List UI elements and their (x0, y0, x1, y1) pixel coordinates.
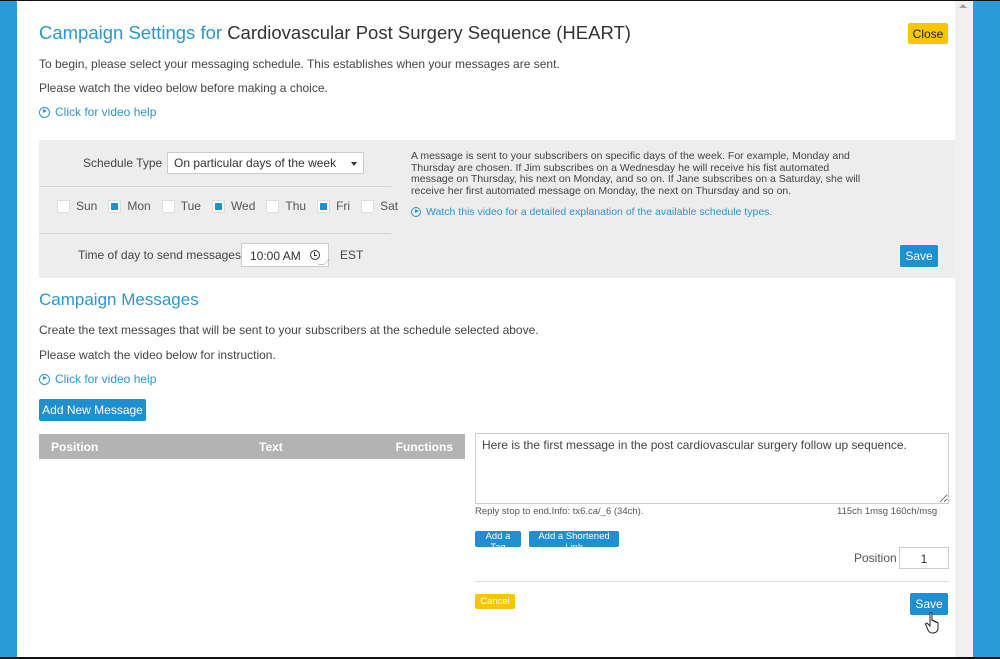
day-label: Sun (76, 199, 98, 213)
dialog-title: Campaign Settings for Cardiovascular Pos… (39, 22, 631, 44)
video-help-link[interactable]: Click for video help (39, 105, 156, 119)
play-circle-icon (39, 373, 50, 385)
resize-grip-icon (318, 259, 330, 265)
background-frame-left (0, 0, 17, 659)
day-label: Mon (127, 199, 151, 213)
campaign-name: Cardiovascular Post Surgery Sequence (HE… (227, 22, 631, 43)
messages-video-note: Please watch the video below for instruc… (39, 348, 276, 362)
background-frame-right (973, 0, 1000, 659)
play-circle-icon (411, 207, 421, 217)
title-prefix: Campaign Settings for (39, 22, 223, 43)
day-label: Thu (285, 199, 307, 213)
checkbox[interactable] (361, 199, 375, 213)
caret-down-icon (351, 162, 357, 166)
schedule-type-label: Schedule Type (83, 156, 163, 170)
day-checkbox-tue[interactable]: Tue (161, 199, 201, 213)
clock-icon[interactable] (310, 250, 320, 260)
day-label: Wed (230, 199, 256, 213)
days-of-week: Sun Mon Tue Wed Thu Fri Sat (57, 199, 409, 213)
send-time-value: 10:00 AM (250, 249, 301, 263)
day-checkbox-thu[interactable]: Thu (266, 199, 306, 213)
message-char-count: 115ch 1msg 160ch/msg (837, 506, 938, 517)
schedule-settings-box: Schedule Type On particular days of the … (39, 140, 955, 278)
checkbox[interactable] (161, 199, 175, 213)
position-label: Position (854, 551, 897, 565)
checkbox[interactable] (211, 199, 225, 213)
close-button[interactable]: Close (908, 23, 948, 44)
video-help-label: Click for video help (55, 372, 157, 386)
intro-text: To begin, please select your messaging s… (39, 57, 560, 71)
schedule-type-value: On particular days of the week (174, 156, 337, 170)
position-input[interactable]: 1 (899, 547, 949, 569)
schedule-save-button[interactable]: Save (900, 245, 938, 267)
play-circle-icon (39, 106, 50, 118)
column-header-position: Position (51, 440, 99, 454)
add-tag-button[interactable]: Add a Tag (475, 531, 521, 553)
hand-pointer-cursor-icon (925, 612, 939, 634)
add-new-message-button[interactable]: Add New Message (39, 399, 146, 421)
checkbox[interactable] (317, 199, 331, 213)
divider (39, 233, 391, 234)
send-time-label: Time of day to send messages (78, 248, 241, 262)
day-label: Tue (180, 199, 201, 213)
day-checkbox-fri[interactable]: Fri (317, 199, 350, 213)
checkbox[interactable] (57, 199, 70, 213)
messages-table-header: Position Text Functions (39, 434, 465, 459)
divider (475, 581, 949, 582)
send-time-input[interactable]: 10:00 AM (241, 243, 330, 267)
day-checkbox-wed[interactable]: Wed (211, 199, 256, 213)
schedule-video-label: Watch this video for a detailed explanat… (426, 206, 773, 218)
message-text-input[interactable]: Here is the first message in the post ca… (475, 433, 949, 504)
checkbox[interactable] (108, 199, 122, 213)
screenshot-border-top (0, 0, 1000, 1)
timezone-label: EST (340, 248, 364, 262)
schedule-description: A message is sent to your subscribers on… (411, 150, 861, 197)
vertical-scrollbar[interactable] (955, 0, 973, 659)
add-shortened-link-button[interactable]: Add a Shortened Link (529, 531, 619, 553)
day-label: Fri (336, 199, 351, 213)
campaign-messages-heading: Campaign Messages (39, 290, 199, 309)
column-header-functions: Functions (395, 440, 453, 454)
day-checkbox-sat[interactable]: Sat (361, 199, 398, 213)
cancel-button[interactable]: Cancel (475, 594, 515, 609)
divider (39, 186, 391, 187)
schedule-type-select[interactable]: On particular days of the week (167, 152, 364, 174)
video-help-label: Click for video help (55, 105, 157, 119)
day-checkbox-sun[interactable]: Sun (57, 199, 97, 213)
intro-video-note: Please watch the video below before maki… (39, 81, 328, 95)
schedule-video-link[interactable]: Watch this video for a detailed explanat… (411, 206, 772, 218)
messages-video-help-link[interactable]: Click for video help (39, 372, 156, 386)
day-label: Sat (380, 199, 399, 213)
scroll-up-arrow-icon[interactable] (959, 4, 967, 8)
column-header-text: Text (259, 440, 283, 454)
campaign-settings-dialog: Campaign Settings for Cardiovascular Pos… (17, 0, 955, 659)
messages-intro-text: Create the text messages that will be se… (39, 323, 539, 337)
checkbox[interactable] (266, 199, 280, 213)
day-checkbox-mon[interactable]: Mon (108, 199, 151, 213)
message-footer-info: Reply stop to end.Info: tx6.ca/_6 (34ch)… (475, 506, 644, 517)
